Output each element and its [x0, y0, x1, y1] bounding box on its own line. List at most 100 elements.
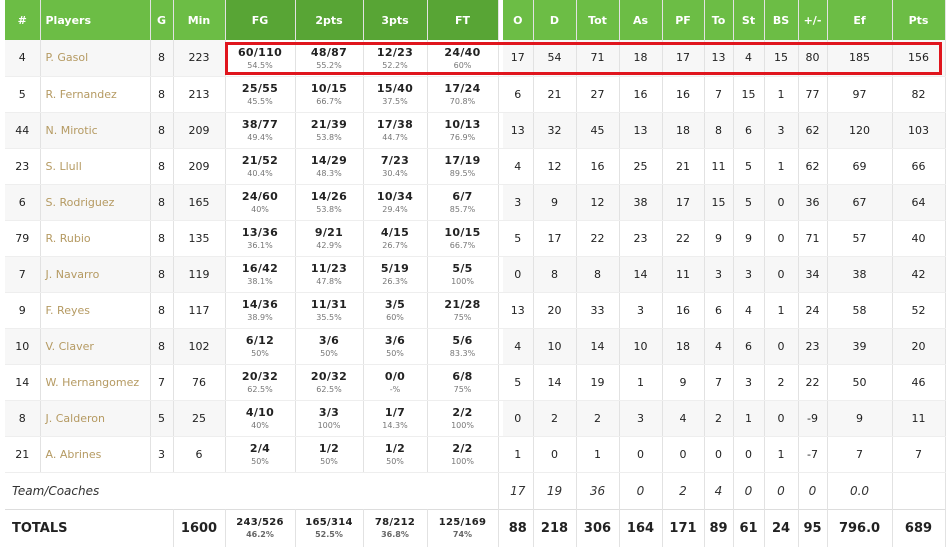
player-number: 23 — [5, 148, 41, 185]
player-2pts-pct: 42.9% — [316, 241, 342, 250]
player-2pts: 14/26 53.8% — [295, 184, 364, 221]
player-st: 15 — [733, 76, 765, 113]
player-3pts-made: 15/40 — [376, 82, 414, 95]
totals-o: 88 — [503, 508, 534, 547]
player-name[interactable]: S. Llull — [40, 148, 151, 185]
team-pf: 2 — [662, 472, 705, 509]
player-tot: 1 — [576, 436, 620, 473]
player-name[interactable]: R. Fernandez — [40, 76, 151, 113]
col-header-defensive-rebounds[interactable]: D — [533, 0, 577, 40]
player-name[interactable]: J. Calderon — [40, 400, 151, 437]
player-plus-minus: 23 — [798, 328, 828, 365]
totals-min: 1600 — [173, 508, 226, 547]
player-to: 0 — [704, 436, 734, 473]
col-header-points[interactable]: Pts — [892, 0, 946, 40]
player-ef: 58 — [827, 292, 893, 329]
col-header-fg[interactable]: FG — [225, 0, 296, 40]
player-fg-made: 4/10 — [245, 406, 275, 419]
col-header-assists[interactable]: As — [619, 0, 663, 40]
player-name[interactable]: W. Hernangomez — [40, 364, 151, 401]
player-3pts-pct: 50% — [386, 349, 404, 358]
player-games: 3 — [150, 436, 174, 473]
player-tot: 27 — [576, 76, 620, 113]
player-games: 8 — [150, 256, 174, 293]
player-games: 8 — [150, 40, 174, 77]
col-header-minutes[interactable]: Min — [173, 0, 226, 40]
player-fg-made: 21/52 — [241, 154, 279, 167]
col-header-personal-fouls[interactable]: PF — [662, 0, 705, 40]
player-st: 3 — [733, 364, 765, 401]
player-ef: 57 — [827, 220, 893, 257]
player-name[interactable]: J. Navarro — [40, 256, 151, 293]
player-bs: 2 — [764, 364, 799, 401]
player-minutes: 209 — [173, 112, 226, 149]
player-row: 7 J. Navarro 8 119 16/42 38.1% 11/23 47.8% 5/19 2… — [5, 256, 946, 293]
col-header-blocks[interactable]: BS — [764, 0, 799, 40]
col-header-3pts[interactable]: 3pts — [363, 0, 428, 40]
col-header-steals[interactable]: St — [733, 0, 765, 40]
player-name[interactable]: S. Rodriguez — [40, 184, 151, 221]
player-name[interactable]: F. Reyes — [40, 292, 151, 329]
player-pf: 16 — [662, 76, 705, 113]
col-header-ft[interactable]: FT — [427, 0, 499, 40]
player-name[interactable]: N. Mirotic — [40, 112, 151, 149]
player-o: 6 — [503, 76, 534, 113]
col-header-turnovers[interactable]: To — [704, 0, 734, 40]
totals-ft: 125/169 74% — [427, 508, 499, 547]
player-as: 18 — [619, 40, 663, 77]
player-to: 2 — [704, 400, 734, 437]
player-plus-minus: 22 — [798, 364, 828, 401]
player-2pts: 14/29 48.3% — [295, 148, 364, 185]
player-row: 5 R. Fernandez 8 213 25/55 45.5% 10/15 66.7% 15/… — [5, 76, 946, 113]
player-pts: 11 — [892, 400, 946, 437]
player-3pts-made: 0/0 — [384, 370, 406, 383]
player-3pts-pct: 37.5% — [382, 97, 408, 106]
player-number: 10 — [5, 328, 41, 365]
player-as: 23 — [619, 220, 663, 257]
player-ft-made: 6/7 — [452, 190, 473, 203]
col-header-total-rebounds[interactable]: Tot — [576, 0, 620, 40]
col-header-plus-minus[interactable]: +/- — [798, 0, 828, 40]
player-2pts: 3/3 100% — [295, 400, 364, 437]
player-2pts-pct: 48.3% — [316, 169, 342, 178]
player-bs: 15 — [764, 40, 799, 77]
player-pf: 22 — [662, 220, 705, 257]
player-ft-pct: 66.7% — [449, 241, 476, 250]
player-fg-pct: 54.5% — [247, 60, 273, 70]
player-ef: 97 — [827, 76, 893, 113]
player-name[interactable]: R. Rubio — [40, 220, 151, 257]
col-header-2pts[interactable]: 2pts — [295, 0, 364, 40]
player-3pts-made: 1/7 — [384, 406, 406, 419]
player-plus-minus: 34 — [798, 256, 828, 293]
player-row: 10 V. Claver 8 102 6/12 50% 3/6 50% 3/6 50% 5/6 83.… — [5, 328, 946, 365]
player-3pts-pct: 60% — [386, 313, 404, 322]
player-3pts-made: 5/19 — [380, 262, 410, 275]
col-header-number[interactable]: # — [5, 0, 41, 40]
totals-tot: 306 — [576, 508, 620, 547]
player-number: 14 — [5, 364, 41, 401]
player-ft-made: 10/15 — [444, 226, 481, 239]
player-2pts: 9/21 42.9% — [295, 220, 364, 257]
player-plus-minus: 62 — [798, 148, 828, 185]
player-ef: 67 — [827, 184, 893, 221]
player-games: 8 — [150, 328, 174, 365]
col-header-efficiency[interactable]: Ef — [827, 0, 893, 40]
player-name[interactable]: A. Abrines — [40, 436, 151, 473]
player-o: 17 — [503, 40, 534, 77]
player-ft-made: 24/40 — [444, 45, 481, 59]
player-games: 5 — [150, 400, 174, 437]
col-header-offensive-rebounds[interactable]: O — [503, 0, 534, 40]
player-3pts: 5/19 26.3% — [363, 256, 428, 293]
player-name[interactable]: P. Gasol — [40, 40, 151, 77]
col-header-games[interactable]: G — [150, 0, 174, 40]
player-3pts: 3/6 50% — [363, 328, 428, 365]
col-header-players[interactable]: Players — [40, 0, 151, 40]
player-plus-minus: 80 — [798, 40, 828, 77]
player-fg-pct: 45.5% — [247, 97, 273, 106]
player-3pts-pct: 44.7% — [382, 133, 408, 142]
player-minutes: 76 — [173, 364, 226, 401]
player-3pts: 15/40 37.5% — [363, 76, 428, 113]
player-pf: 16 — [662, 292, 705, 329]
player-tot: 8 — [576, 256, 620, 293]
player-name[interactable]: V. Claver — [40, 328, 151, 365]
